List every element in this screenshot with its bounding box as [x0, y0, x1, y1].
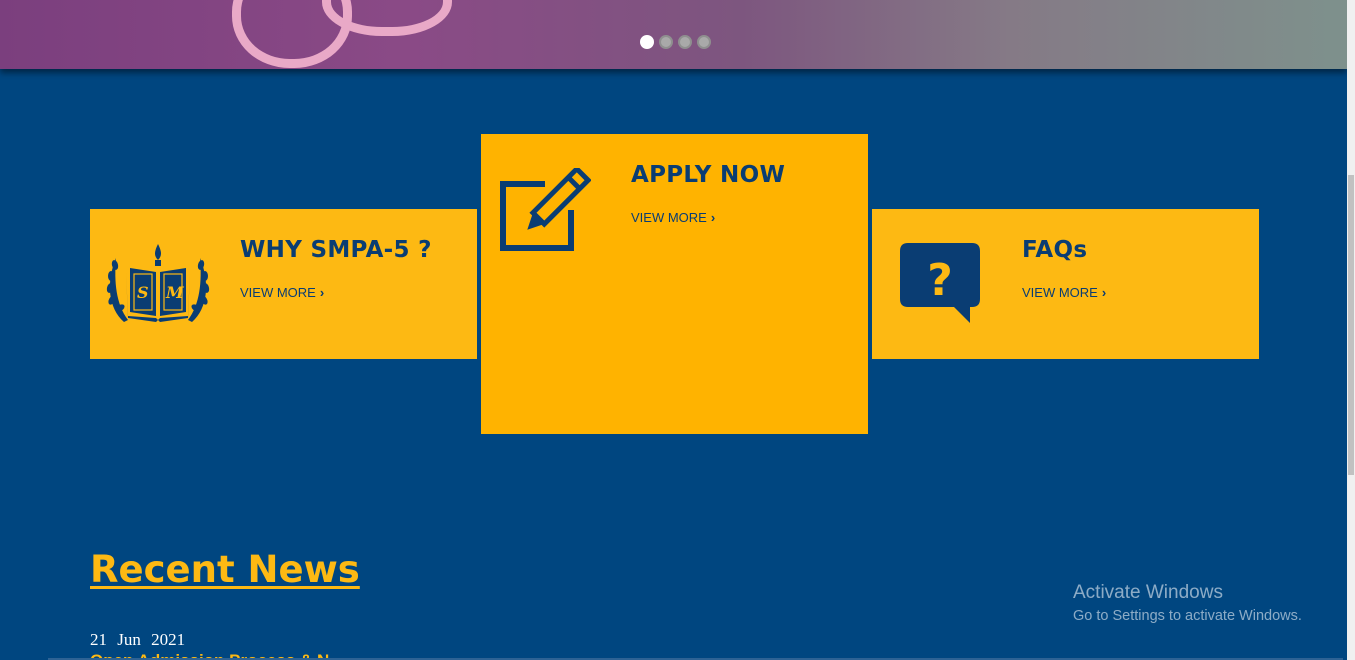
card-faqs[interactable]: ? FAQs VIEW MORE › [872, 209, 1259, 359]
chevron-right-icon: › [710, 210, 716, 225]
chevron-right-icon: › [319, 285, 325, 300]
page-scrollbar[interactable] [1347, 0, 1355, 660]
edit-pencil-icon [500, 168, 591, 251]
question-bubble-icon: ? [900, 243, 980, 323]
recent-news-heading[interactable]: Recent News [90, 548, 360, 591]
card-title: APPLY NOW [631, 162, 786, 188]
slider-dot[interactable] [697, 35, 711, 49]
activate-windows-subtitle: Go to Settings to activate Windows. [1073, 608, 1302, 624]
activate-windows-watermark: Activate Windows Go to Settings to activ… [1073, 582, 1302, 624]
svg-text:?: ? [927, 255, 953, 306]
school-emblem-icon: S M [106, 244, 210, 322]
card-title: WHY SMPA-5 ? [240, 237, 432, 263]
slider-dots [640, 35, 711, 49]
card-title: FAQs [1022, 237, 1088, 263]
view-more-label: VIEW MORE [631, 210, 707, 225]
svg-text:S: S [137, 283, 149, 302]
slider-dot[interactable] [659, 35, 673, 49]
view-more-link[interactable]: VIEW MORE › [1022, 285, 1106, 300]
hero-slider[interactable] [0, 0, 1347, 69]
slider-dot[interactable] [640, 35, 654, 49]
chevron-right-icon: › [1101, 285, 1107, 300]
view-more-label: VIEW MORE [240, 285, 316, 300]
card-apply-now[interactable]: APPLY NOW VIEW MORE › [481, 134, 868, 434]
view-more-link[interactable]: VIEW MORE › [240, 285, 324, 300]
view-more-link[interactable]: VIEW MORE › [631, 210, 715, 225]
card-why-smpa[interactable]: S M WHY SMPA-5 ? VIEW MORE › [90, 209, 477, 359]
slider-dot[interactable] [678, 35, 692, 49]
scrollbar-thumb[interactable] [1348, 175, 1354, 475]
activate-windows-title: Activate Windows [1073, 582, 1223, 603]
news-date: 21 Jun 2021 [90, 630, 186, 649]
view-more-label: VIEW MORE [1022, 285, 1098, 300]
